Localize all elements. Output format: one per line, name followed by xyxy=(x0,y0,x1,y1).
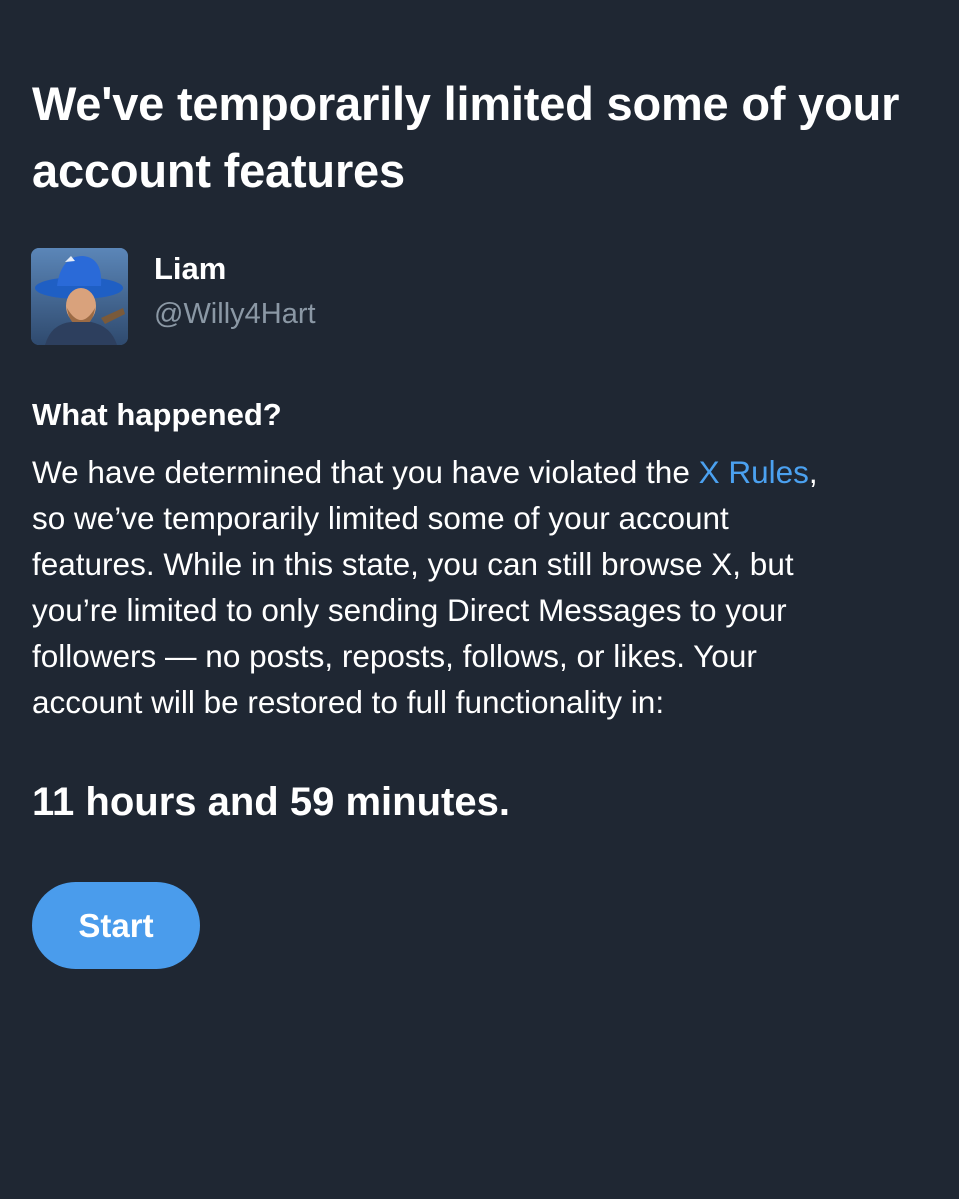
explanation-line-4: you’re limited to only sending Direct Me… xyxy=(32,592,787,628)
x-rules-link[interactable]: X Rules xyxy=(699,454,809,490)
page-title: We've temporarily limited some of your a… xyxy=(32,77,900,197)
avatar xyxy=(31,248,128,345)
what-happened-heading: What happened? xyxy=(32,397,282,432)
explanation-text: We have determined that you have violate… xyxy=(32,449,932,725)
explanation-line-5: followers — no posts, reposts, follows, … xyxy=(32,638,757,674)
account-handle: @Willy4Hart xyxy=(154,298,316,330)
explanation-line-2: so we’ve temporarily limited some of you… xyxy=(32,500,729,536)
explanation-text-segment: , xyxy=(808,454,818,490)
explanation-line-3: features. While in this state, you can s… xyxy=(32,546,794,582)
restriction-screen: We've temporarily limited some of your a… xyxy=(0,0,959,1199)
explanation-text-segment: We have determined that you have violate… xyxy=(32,454,699,490)
avatar-photo-icon xyxy=(31,248,128,345)
display-name: Liam xyxy=(154,251,227,286)
account-profile: Liam @Willy4Hart xyxy=(31,248,631,346)
start-button[interactable]: Start xyxy=(32,882,200,969)
restriction-countdown: 11 hours and 59 minutes. xyxy=(32,780,510,824)
explanation-line-6: account will be restored to full functio… xyxy=(32,684,665,720)
explanation-line-1: We have determined that you have violate… xyxy=(32,449,932,495)
